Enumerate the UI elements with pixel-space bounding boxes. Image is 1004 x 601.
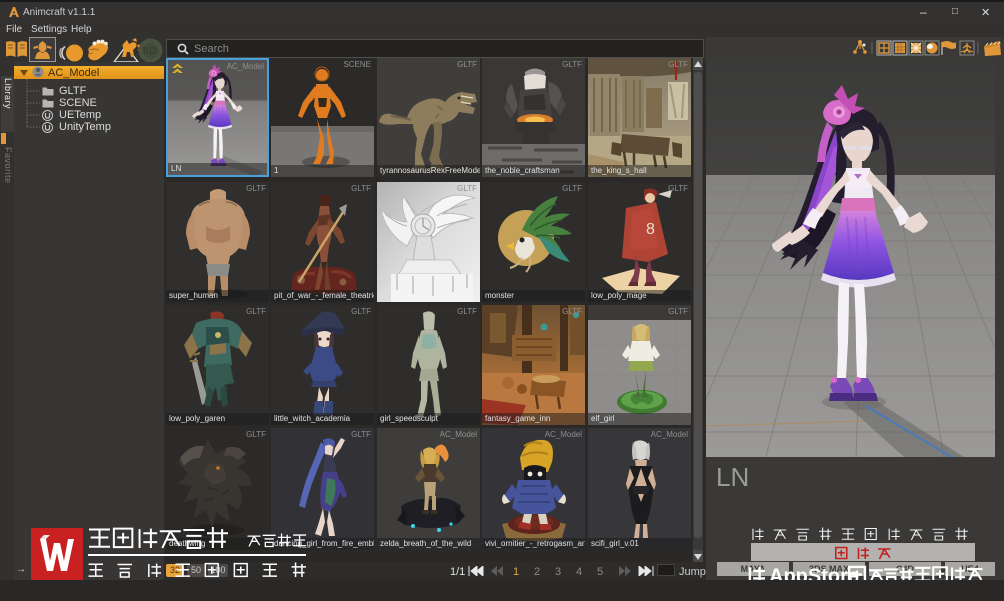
svg-text:8: 8 [646, 221, 655, 238]
